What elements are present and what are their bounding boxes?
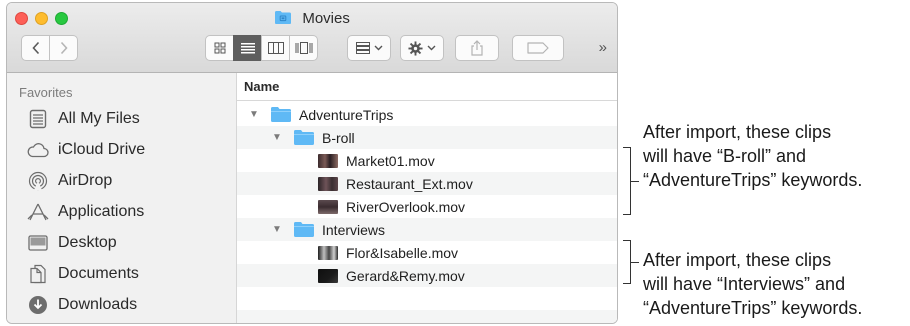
sidebar-item-icloud-drive[interactable]: iCloud Drive	[27, 138, 145, 162]
action-button[interactable]	[400, 35, 444, 61]
toolbar-overflow-button[interactable]: »	[599, 39, 607, 56]
row-label: Flor&Isabelle.mov	[346, 244, 459, 261]
all-files-icon	[27, 108, 49, 130]
downloads-icon	[27, 294, 49, 316]
sidebar-section-favorites: Favorites	[19, 85, 73, 100]
desktop-icon	[27, 232, 49, 254]
disclosure-triangle-expanded[interactable]: ▼	[247, 109, 261, 120]
list-item[interactable]: ▼ Interviews	[237, 218, 617, 241]
row-label: Market01.mov	[346, 152, 435, 169]
list-item[interactable]: Gerard&Remy.mov	[237, 264, 617, 287]
tags-button[interactable]	[512, 35, 564, 61]
finder-window: Movies » Favorites All My Files iCloud D…	[6, 2, 618, 324]
callout-interviews: After import, these clips will have “Int…	[643, 248, 862, 320]
sidebar-item-label: iCloud Drive	[58, 141, 146, 158]
video-clip-icon	[318, 153, 338, 168]
row-label: Restaurant_Ext.mov	[346, 175, 473, 192]
chevron-left-icon	[31, 41, 39, 55]
callout-line: After import, these clips	[643, 250, 832, 270]
applications-icon	[27, 201, 49, 223]
callout-bracket-broll	[623, 147, 631, 215]
row-label: Gerard&Remy.mov	[346, 267, 465, 284]
list-view-icon	[240, 43, 255, 54]
sidebar-item-desktop[interactable]: Desktop	[27, 231, 117, 255]
list-item[interactable]: Restaurant_Ext.mov	[237, 172, 617, 195]
column-view-icon	[267, 42, 284, 54]
share-button[interactable]	[455, 35, 499, 61]
sidebar-item-all-my-files[interactable]: All My Files	[27, 107, 140, 131]
sidebar-item-documents[interactable]: Documents	[27, 262, 139, 286]
window-title: Movies	[7, 10, 617, 27]
row-label: AdventureTrips	[299, 106, 394, 123]
empty-row	[237, 310, 617, 323]
row-label: Interviews	[322, 221, 386, 238]
cover-flow-view-button[interactable]	[289, 35, 318, 61]
list-item[interactable]: RiverOverlook.mov	[237, 195, 617, 218]
forward-button[interactable]	[49, 35, 78, 61]
chevron-down-icon	[427, 45, 436, 51]
sidebar-item-label: Downloads	[58, 296, 138, 313]
share-icon	[471, 40, 483, 56]
callout-bracket-interviews	[623, 240, 631, 284]
window-title-text: Movies	[302, 10, 350, 27]
cover-flow-icon	[295, 42, 312, 54]
folder-icon	[294, 130, 314, 145]
video-clip-icon	[318, 268, 338, 283]
sidebar-item-label: Desktop	[58, 234, 117, 251]
sidebar-item-label: AirDrop	[58, 172, 113, 189]
row-label: RiverOverlook.mov	[346, 198, 466, 215]
title-bar: Movies »	[7, 3, 617, 73]
arrange-icon	[355, 42, 370, 54]
video-clip-icon	[318, 199, 338, 214]
list-item[interactable]: ▼ B-roll	[237, 126, 617, 149]
view-mode-control	[205, 35, 318, 61]
sidebar: Favorites All My Files iCloud Drive AirD…	[7, 73, 237, 323]
documents-icon	[27, 263, 49, 285]
callout-line: “AdventureTrips” keywords.	[643, 298, 863, 318]
list-item[interactable]: Flor&Isabelle.mov	[237, 241, 617, 264]
sidebar-item-airdrop[interactable]: AirDrop	[27, 169, 112, 193]
sidebar-item-label: All My Files	[58, 110, 140, 127]
callout-line: will have “Interviews” and	[643, 274, 846, 294]
tag-icon	[527, 42, 549, 54]
list-view-button[interactable]	[233, 35, 262, 61]
video-clip-icon	[318, 245, 338, 260]
icon-view-icon	[214, 42, 225, 54]
sidebar-item-label: Applications	[58, 203, 145, 220]
disclosure-triangle-expanded[interactable]: ▼	[270, 224, 284, 235]
nav-buttons	[21, 35, 78, 61]
airdrop-icon	[27, 170, 49, 192]
chevron-right-icon	[60, 41, 68, 55]
cloud-icon	[27, 139, 49, 161]
back-button[interactable]	[21, 35, 50, 61]
callout-leader-interviews	[631, 262, 639, 263]
folder-icon	[271, 107, 291, 122]
row-label: B-roll	[322, 129, 355, 146]
callout-leader-broll	[631, 181, 639, 182]
callout-line: “AdventureTrips” keywords.	[643, 170, 863, 190]
movies-folder-icon	[275, 11, 292, 24]
column-view-button[interactable]	[261, 35, 290, 61]
folder-icon	[294, 222, 314, 237]
sidebar-item-downloads[interactable]: Downloads	[27, 293, 137, 317]
file-list: Name ▼ AdventureTrips ▼ B-roll Market01.…	[237, 73, 617, 323]
gear-icon	[408, 40, 423, 56]
sidebar-item-applications[interactable]: Applications	[27, 200, 144, 224]
list-item[interactable]: Market01.mov	[237, 149, 617, 172]
column-header-name[interactable]: Name	[237, 73, 617, 101]
icon-view-button[interactable]	[205, 35, 234, 61]
callout-line: will have “B-roll” and	[643, 146, 807, 166]
chevron-down-icon	[374, 45, 382, 51]
arrange-button[interactable]	[347, 35, 391, 61]
video-clip-icon	[318, 176, 338, 191]
callout-line: After import, these clips	[643, 122, 832, 142]
list-item[interactable]: ▼ AdventureTrips	[237, 103, 617, 126]
callout-broll: After import, these clips will have “B-r…	[643, 120, 862, 192]
sidebar-item-label: Documents	[58, 265, 139, 282]
disclosure-triangle-expanded[interactable]: ▼	[270, 132, 284, 143]
empty-row	[237, 287, 617, 310]
